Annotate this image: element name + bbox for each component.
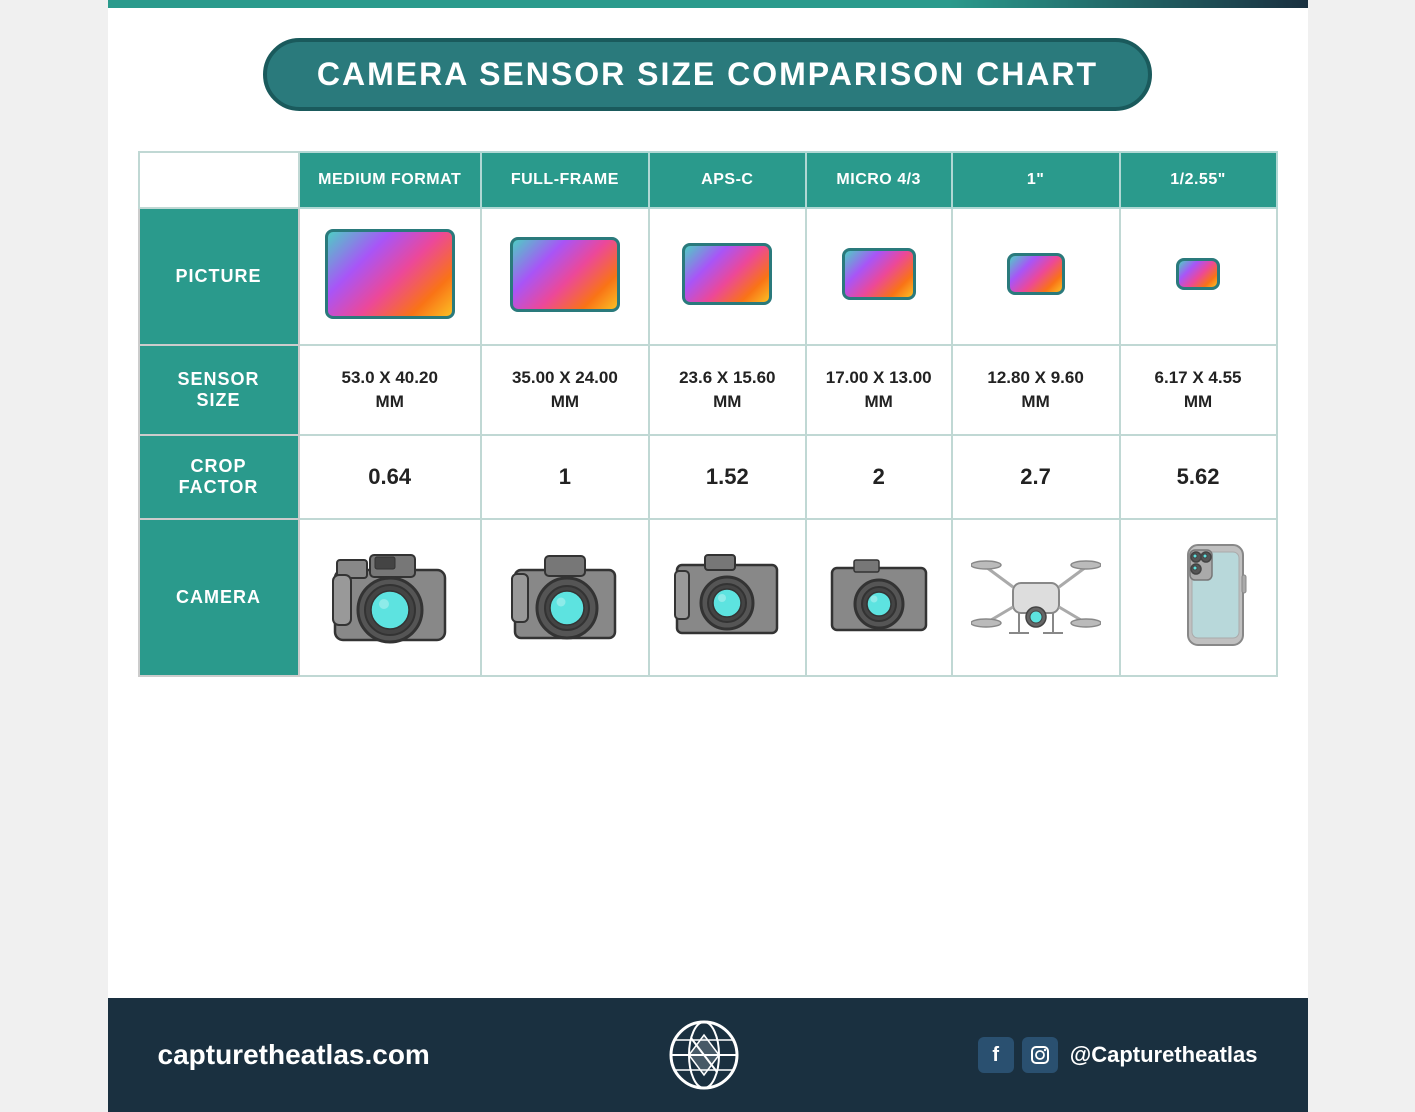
sensor-rect-micro [842, 248, 916, 300]
col-aps-c: APS-C [649, 152, 806, 208]
crop-apsc-text: 1.52 [706, 464, 749, 489]
crop-1inch-text: 2.7 [1020, 464, 1051, 489]
picture-row: PICTURE [139, 208, 1277, 345]
social-handle: @Capturetheatlas [1070, 1042, 1258, 1068]
table-wrapper: MEDIUM FORMAT FULL-FRAME APS-C MICRO 4/3… [108, 131, 1308, 998]
sensor-rect-half [1176, 258, 1220, 290]
col-medium-format: MEDIUM FORMAT [299, 152, 481, 208]
sensor-size-half-text: 6.17 X 4.55MM [1155, 368, 1242, 411]
sensor-rect-1inch [1007, 253, 1065, 295]
title-badge: CAMERA SENSOR SIZE COMPARISON CHART [263, 38, 1152, 111]
picture-micro-43 [806, 208, 952, 345]
empty-header [139, 152, 299, 208]
drone-camera-icon [971, 545, 1101, 645]
crop-medium-text: 0.64 [368, 464, 411, 489]
crop-full: 1 [481, 435, 649, 519]
comparison-table: MEDIUM FORMAT FULL-FRAME APS-C MICRO 4/3… [138, 151, 1278, 677]
sensor-rect-medium [325, 229, 455, 319]
apsc-camera-icon [667, 545, 787, 645]
sensor-rect-full [510, 237, 620, 312]
sensor-size-full-text: 35.00 X 24.00MM [512, 368, 618, 411]
picture-half-inch [1120, 208, 1277, 345]
picture-full-frame [481, 208, 649, 345]
col-micro-43: MICRO 4/3 [806, 152, 952, 208]
micro43-camera-icon [824, 550, 934, 640]
instagram-icon [1022, 1037, 1058, 1073]
footer-website: capturetheatlas.com [158, 1039, 430, 1071]
picture-medium-format [299, 208, 481, 345]
sensor-size-apsc: 23.6 X 15.60MM [649, 345, 806, 435]
crop-medium: 0.64 [299, 435, 481, 519]
sensor-size-row: SENSOR SIZE 53.0 X 40.20MM 35.00 X 24.00… [139, 345, 1277, 435]
sensor-size-full: 35.00 X 24.00MM [481, 345, 649, 435]
medium-format-camera-icon [325, 540, 455, 650]
footer-logo-icon [669, 1020, 739, 1090]
sensor-size-1inch-text: 12.80 X 9.60MM [987, 368, 1083, 411]
crop-full-text: 1 [559, 464, 571, 489]
camera-micro [806, 519, 952, 676]
sensor-size-row-label: SENSOR SIZE [139, 345, 299, 435]
sensor-size-micro-text: 17.00 X 13.00MM [826, 368, 932, 411]
picture-row-label: PICTURE [139, 208, 299, 345]
smartphone-camera-icon [1138, 540, 1258, 650]
page-title: CAMERA SENSOR SIZE COMPARISON CHART [317, 56, 1098, 92]
picture-1inch [952, 208, 1120, 345]
camera-row-label: CAMERA [139, 519, 299, 676]
camera-half-inch [1120, 519, 1277, 676]
col-1inch: 1" [952, 152, 1120, 208]
sensor-size-half: 6.17 X 4.55MM [1120, 345, 1277, 435]
crop-1inch: 2.7 [952, 435, 1120, 519]
facebook-icon: f [978, 1037, 1014, 1073]
sensor-size-medium: 53.0 X 40.20MM [299, 345, 481, 435]
crop-apsc: 1.52 [649, 435, 806, 519]
col-full-frame: FULL-FRAME [481, 152, 649, 208]
camera-apsc [649, 519, 806, 676]
col-half-inch: 1/2.55" [1120, 152, 1277, 208]
crop-micro: 2 [806, 435, 952, 519]
sensor-size-micro: 17.00 X 13.00MM [806, 345, 952, 435]
crop-half: 5.62 [1120, 435, 1277, 519]
social-icons-group: f [978, 1037, 1058, 1073]
footer: capturetheatlas.com f [108, 998, 1308, 1112]
crop-factor-row-label: CROP FACTOR [139, 435, 299, 519]
picture-aps-c [649, 208, 806, 345]
sensor-size-1inch: 12.80 X 9.60MM [952, 345, 1120, 435]
sensor-size-medium-text: 53.0 X 40.20MM [341, 368, 437, 411]
crop-half-text: 5.62 [1177, 464, 1220, 489]
crop-factor-row: CROP FACTOR 0.64 1 1.52 2 2.7 [139, 435, 1277, 519]
sensor-rect-apsc [682, 243, 772, 305]
full-frame-camera-icon [500, 540, 630, 650]
top-accent-bar [108, 0, 1308, 8]
camera-row: CAMERA [139, 519, 1277, 676]
footer-social-section: f @Capturetheatlas [978, 1037, 1258, 1073]
camera-full [481, 519, 649, 676]
header: CAMERA SENSOR SIZE COMPARISON CHART [108, 8, 1308, 131]
camera-medium [299, 519, 481, 676]
crop-micro-text: 2 [873, 464, 885, 489]
sensor-size-apsc-text: 23.6 X 15.60MM [679, 368, 775, 411]
table-header-row: MEDIUM FORMAT FULL-FRAME APS-C MICRO 4/3… [139, 152, 1277, 208]
camera-1inch [952, 519, 1120, 676]
